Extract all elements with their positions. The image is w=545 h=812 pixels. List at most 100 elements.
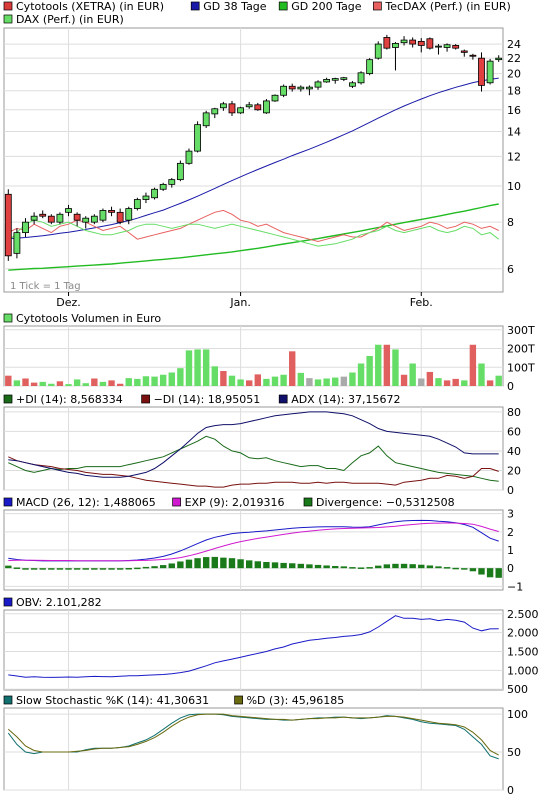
volume-bar xyxy=(254,374,262,386)
legend-label: Cytotools (XETRA) (in EUR) xyxy=(16,0,164,13)
candle-body xyxy=(237,107,244,114)
divergence-bar xyxy=(383,564,391,569)
volume-bar xyxy=(48,383,55,386)
divergence-bar xyxy=(357,567,365,569)
legend-label: Slow Stochastic %K (14): 41,30631 xyxy=(16,694,209,707)
divergence-bar xyxy=(237,559,244,569)
volume-bar xyxy=(478,363,485,386)
candle-body xyxy=(400,39,408,44)
divergence-bar xyxy=(332,566,339,569)
y-tick-label: 12 xyxy=(507,150,521,163)
y-tick-label: 300T xyxy=(507,324,535,337)
volume-bar xyxy=(151,376,158,386)
legend-swatch xyxy=(3,695,13,705)
y-tick-label: 0 xyxy=(507,562,514,575)
volume-bar xyxy=(263,378,270,386)
price-panel xyxy=(3,27,504,293)
volume-bar xyxy=(91,378,98,386)
candle-body xyxy=(306,86,313,90)
y-tick-label: 16 xyxy=(507,104,521,117)
volume-bar xyxy=(314,379,322,386)
legend-swatch xyxy=(3,597,13,607)
volume-bar xyxy=(443,380,451,386)
y-tick-label: 80 xyxy=(507,406,521,419)
volume-bar xyxy=(375,344,382,386)
legend-label: %D (3): 45,96185 xyxy=(247,694,345,707)
legend-label: GD 200 Tage xyxy=(291,0,362,13)
y-tick-label: 8 xyxy=(507,216,514,229)
dmi-panel xyxy=(3,406,504,491)
volume-bar xyxy=(452,378,459,386)
tick-note: 1 Tick = 1 Tag xyxy=(10,281,81,292)
y-tick-label: −1 xyxy=(507,580,523,593)
candle-body xyxy=(116,211,124,223)
legend-swatch xyxy=(141,394,150,404)
y-tick-label: 0 xyxy=(507,380,514,393)
candle-body xyxy=(65,208,72,213)
volume-bar xyxy=(142,376,150,386)
y-tick-label: 500 xyxy=(507,683,528,696)
volume-bar xyxy=(82,383,89,386)
divergence-bar xyxy=(56,568,64,570)
divergence-bar xyxy=(48,568,55,570)
volume-bar xyxy=(134,378,141,386)
chart-canvas: Cytotools (XETRA) (in EUR) GD 38 Tage GD 2… xyxy=(3,0,539,797)
candle-body xyxy=(443,44,451,48)
y-tick-label: 2.000 xyxy=(507,627,539,640)
candle-body xyxy=(374,43,382,59)
volume-bar xyxy=(65,384,72,386)
divergence-bar xyxy=(340,566,348,569)
legend-label: TecDAX (Perf.) (in EUR) xyxy=(384,0,510,13)
candle-body xyxy=(176,162,184,181)
legend-label: OBV: 2.101,282 xyxy=(16,596,102,609)
divergence-bar xyxy=(22,568,29,570)
volume-bar xyxy=(56,381,64,386)
volume-bar xyxy=(418,378,425,386)
y-tick-label: 10 xyxy=(507,180,521,193)
legend-label: ADX (14): 37,15672 xyxy=(291,393,400,406)
candle-body xyxy=(228,103,236,114)
divergence-bar xyxy=(254,561,262,569)
volume-bar xyxy=(495,375,502,386)
y-tick-label: 1.000 xyxy=(507,664,539,677)
divergence-bar xyxy=(185,559,193,569)
divergence-bar xyxy=(125,568,132,570)
candle-body xyxy=(133,199,141,209)
volume-bar xyxy=(306,378,313,386)
y-tick-label: 18 xyxy=(507,85,521,98)
divergence-bar xyxy=(99,568,107,570)
volume-bar xyxy=(383,344,391,386)
volume-bar xyxy=(323,378,330,386)
divergence-bar xyxy=(13,567,21,569)
candle-body xyxy=(280,85,288,96)
candle-body xyxy=(159,183,167,190)
volume-bar xyxy=(340,376,348,386)
volume-bar xyxy=(108,380,115,386)
divergence-bar xyxy=(177,561,184,569)
candle-body xyxy=(409,39,417,45)
candle-body xyxy=(357,72,365,84)
legend-swatch xyxy=(373,1,382,11)
y-tick-label: 100 xyxy=(507,708,528,721)
candle-body xyxy=(90,215,98,223)
divergence-bar xyxy=(91,568,98,570)
divergence-bar xyxy=(478,568,485,575)
divergence-bar xyxy=(134,567,141,570)
volume-bar xyxy=(168,372,175,386)
candle-body xyxy=(331,78,339,81)
volume-bar xyxy=(392,349,399,386)
candle-body xyxy=(13,232,21,254)
divergence-bar xyxy=(30,568,38,570)
candle-body xyxy=(125,208,133,221)
candle-body xyxy=(271,94,279,102)
volume-bar xyxy=(435,378,442,386)
y-tick-label: 1.500 xyxy=(507,646,539,659)
divergence-bar xyxy=(202,557,210,569)
x-tick-label: Dez. xyxy=(56,296,81,309)
candle-body xyxy=(349,82,356,87)
y-tick-label: 0 xyxy=(507,484,514,497)
stochastic-panel xyxy=(3,707,504,791)
volume-bar xyxy=(116,383,124,386)
candle-body xyxy=(263,100,270,114)
candle-body xyxy=(314,81,322,88)
